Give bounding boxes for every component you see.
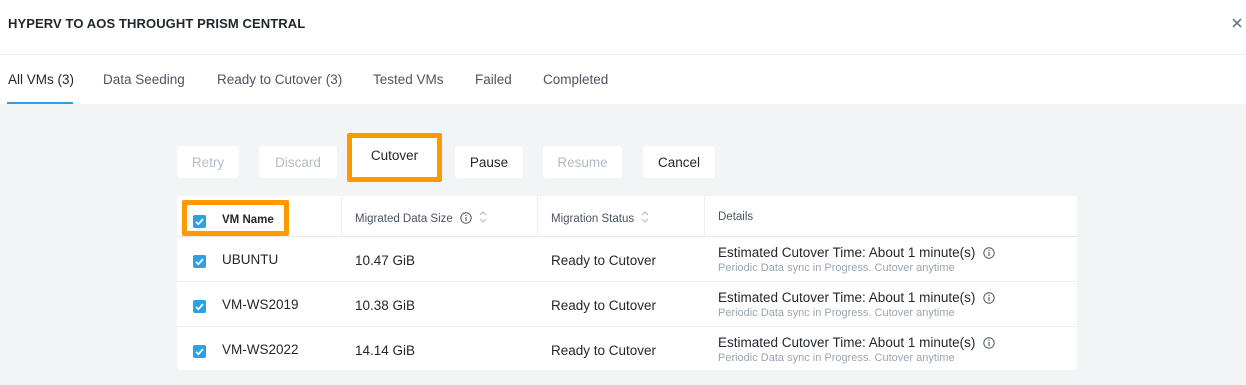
cutover-button[interactable]: Cutover [347,133,442,182]
migrated-data-size-header[interactable]: Migrated Data Size [355,210,487,227]
select-all-checkbox[interactable] [193,215,206,228]
details-cell: Estimated Cutover Time: About 1 minute(s… [718,335,995,352]
sort-icon[interactable] [641,210,649,227]
info-icon[interactable] [983,337,995,352]
details-subtext: Periodic Data sync in Progress. Cutover … [718,307,955,319]
vm-name-cell[interactable]: UBUNTU [222,252,278,267]
row-checkbox[interactable] [193,345,206,358]
vm-name-cell[interactable]: VM-WS2019 [222,297,299,312]
column-divider [704,196,705,237]
pause-button[interactable]: Pause [455,146,523,178]
close-icon[interactable] [1230,14,1244,30]
estimated-cutover-text: Estimated Cutover Time: About 1 minute(s… [718,335,976,350]
info-icon[interactable] [983,247,995,262]
column-divider [341,196,342,237]
table-row: UBUNTU 10.47 GiB Ready to Cutover Estima… [177,237,1077,282]
estimated-cutover-text: Estimated Cutover Time: About 1 minute(s… [718,245,976,260]
details-subtext: Periodic Data sync in Progress. Cutover … [718,262,955,274]
vm-name-cell[interactable]: VM-WS2022 [222,342,299,357]
resume-button[interactable]: Resume [543,146,622,178]
details-cell: Estimated Cutover Time: About 1 minute(s… [718,290,995,307]
tab-bar: All VMs (3) Data Seeding Ready to Cutove… [0,56,1246,104]
column-divider [537,196,538,237]
status-cell: Ready to Cutover [551,298,657,313]
tab-data-seeding[interactable]: Data Seeding [103,72,185,87]
data-size-cell: 10.38 GiB [355,298,416,313]
migrated-data-size-label: Migrated Data Size [355,213,453,225]
page-title: HYPERV TO AOS THROUGHT PRISM CENTRAL [8,16,306,31]
discard-button[interactable]: Discard [259,146,337,178]
row-checkbox[interactable] [193,300,206,313]
cutover-button-label: Cutover [370,148,419,163]
migration-status-label: Migration Status [551,213,635,225]
migration-status-header[interactable]: Migration Status [551,210,649,227]
sort-icon[interactable] [479,210,487,227]
vm-name-column-header[interactable]: VM Name [182,200,289,236]
estimated-cutover-text: Estimated Cutover Time: About 1 minute(s… [718,290,976,305]
content-area: Retry Discard Cutover Pause Resume Cance… [0,104,1246,385]
data-size-cell: 10.47 GiB [355,253,416,268]
details-subtext: Periodic Data sync in Progress. Cutover … [718,352,955,364]
table-header: VM Name Migrated Data Size Migration Sta… [177,196,1077,237]
info-icon[interactable] [983,292,995,307]
status-cell: Ready to Cutover [551,343,657,358]
tab-all-vms[interactable]: All VMs (3) [8,72,74,87]
tab-ready-to-cutover[interactable]: Ready to Cutover (3) [217,72,342,87]
tab-tested-vms[interactable]: Tested VMs [373,72,444,87]
vm-table: VM Name Migrated Data Size Migration Sta… [177,196,1077,370]
modal-header: HYPERV TO AOS THROUGHT PRISM CENTRAL [0,0,1246,55]
table-row: VM-WS2019 10.38 GiB Ready to Cutover Est… [177,282,1077,327]
status-cell: Ready to Cutover [551,253,657,268]
details-header: Details [718,211,754,223]
row-checkbox[interactable] [193,255,206,268]
details-cell: Estimated Cutover Time: About 1 minute(s… [718,245,995,262]
cancel-button[interactable]: Cancel [643,146,715,178]
table-row: VM-WS2022 14.14 GiB Ready to Cutover Est… [177,327,1077,372]
data-size-cell: 14.14 GiB [355,343,416,358]
tab-completed[interactable]: Completed [543,72,608,87]
info-icon[interactable] [460,212,472,227]
retry-button[interactable]: Retry [177,146,239,178]
vm-name-header-label: VM Name [222,214,274,226]
tab-failed[interactable]: Failed [475,72,512,87]
